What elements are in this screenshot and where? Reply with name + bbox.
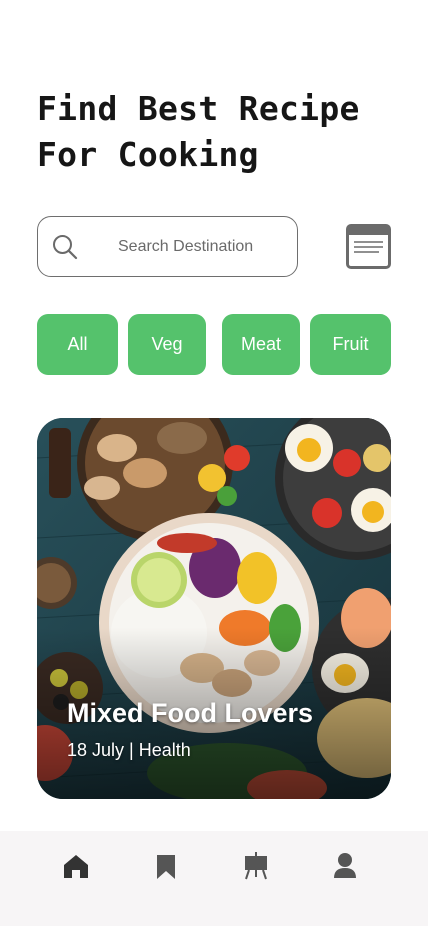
nav-home-button[interactable] — [63, 851, 89, 881]
recipe-card-title: Mixed Food Lovers — [67, 698, 314, 728]
category-chip-meat[interactable]: Meat — [222, 314, 300, 375]
nav-board-button[interactable] — [243, 851, 269, 881]
easel-icon — [245, 852, 267, 880]
filter-icon — [349, 227, 388, 253]
search-icon — [52, 234, 78, 260]
category-chip-fruit[interactable]: Fruit — [310, 314, 391, 375]
search-bar[interactable] — [37, 216, 298, 277]
category-chip-veg[interactable]: Veg — [128, 314, 206, 375]
page-title-line-2: For Cooking — [37, 135, 259, 174]
recipe-card[interactable]: Mixed Food Lovers 18 July | Health — [37, 418, 391, 799]
search-input[interactable] — [118, 217, 288, 276]
nav-profile-button[interactable] — [332, 851, 358, 881]
page-title-line-1: Find Best Recipe — [37, 89, 360, 128]
nav-bookmarks-button[interactable] — [153, 851, 179, 881]
home-icon — [64, 855, 88, 878]
user-icon — [334, 853, 356, 878]
bookmark-icon — [157, 855, 175, 879]
category-chip-all[interactable]: All — [37, 314, 118, 375]
recipe-card-meta: 18 July | Health — [67, 740, 191, 760]
bottom-navigation — [0, 831, 428, 926]
filter-button[interactable] — [346, 224, 391, 269]
page-title: Find Best Recipe For Cooking — [37, 86, 397, 178]
